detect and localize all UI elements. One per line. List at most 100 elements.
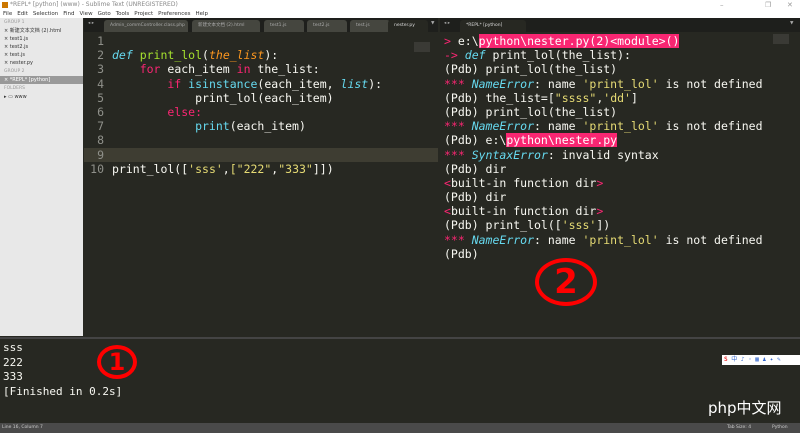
code-token: ( — [202, 48, 209, 63]
editor-left[interactable]: ◂ ▸ Admin_commController.class.php 新建文本文… — [84, 18, 438, 336]
open-file[interactable]: × test2.js — [0, 43, 83, 51]
code-area[interactable]: 1 2 def print_lol(the_list): 3 for each_i… — [84, 34, 438, 176]
repl-line: (Pdb) dir — [444, 161, 507, 176]
open-file[interactable]: × 新建文本文档 (2).html — [0, 27, 83, 35]
code-token: : invalid syntax — [547, 147, 659, 162]
line-number: 3 — [97, 62, 104, 77]
code-token: each_item — [160, 62, 237, 77]
annotation-2: 2 — [535, 258, 597, 306]
editor-right-repl[interactable]: ◂ ▸ *REPL* [python] ▼ > e:\python\nester… — [440, 18, 800, 336]
menu-view[interactable]: View — [80, 11, 93, 17]
open-file[interactable]: × test.js — [0, 51, 83, 59]
code-token: , — [222, 161, 230, 176]
code-token: NameError — [471, 119, 535, 134]
tab-dropdown-icon[interactable]: ▼ — [790, 21, 793, 26]
code-token: print — [112, 119, 230, 134]
code-token: "333" — [278, 161, 313, 176]
line-number: 1 — [97, 34, 104, 48]
code-token: in — [236, 62, 251, 77]
code-token: built-in function dir — [450, 204, 597, 219]
code-token: 'sss' — [188, 161, 223, 176]
tab-nav-arrows-icon[interactable]: ◂ ▸ — [444, 21, 450, 26]
tab[interactable]: 新建文本文档 (2).html — [192, 20, 260, 32]
tab[interactable]: test.js — [350, 20, 390, 32]
code-token: ): — [264, 48, 279, 63]
title-bar: *REPL* [python] (www) - Sublime Text (UN… — [0, 0, 800, 10]
tab-active[interactable]: *REPL* [python] — [460, 20, 526, 32]
open-file[interactable]: × test1.js — [0, 35, 83, 43]
group1-label: GROUP 1 — [4, 20, 25, 25]
code-token: : name — [534, 119, 583, 134]
folder-www[interactable]: ▸ ▭ www — [0, 93, 83, 101]
code-token: the_list: — [250, 62, 320, 77]
repl-line: (Pdb) print_lol(the_list) — [444, 62, 618, 77]
code-token: (Pdb) e:\ — [444, 133, 507, 148]
cursor-position: Line 16, Column 7 — [2, 425, 43, 430]
code-token: is not defined — [658, 76, 763, 91]
open-file-repl[interactable]: × *REPL* [python] — [0, 76, 83, 84]
line-number: 9 — [97, 147, 104, 162]
code-token: *** — [444, 76, 472, 91]
code-token: for — [112, 62, 161, 77]
minimize-icon[interactable]: – — [720, 0, 724, 10]
menu-preferences[interactable]: Preferences — [158, 11, 190, 17]
code-token: ] — [630, 90, 638, 105]
code-token: isinstance — [181, 76, 258, 91]
tab[interactable]: test2.js — [307, 20, 347, 32]
line-number: 5 — [97, 90, 104, 105]
code-token: *** — [444, 147, 472, 162]
code-token: print_lol — [132, 48, 203, 63]
code-token: (each_item) — [229, 119, 306, 134]
menu-find[interactable]: Find — [63, 11, 74, 17]
open-file[interactable]: × nester.py — [0, 59, 83, 67]
file-label: *REPL* [python] — [9, 77, 51, 83]
code-token: SyntaxError — [471, 147, 548, 162]
code-token: list — [340, 76, 369, 91]
tab-active[interactable]: nester.py — [388, 20, 428, 32]
maximize-icon[interactable]: ❐ — [765, 0, 771, 10]
code-token: > — [596, 204, 604, 219]
code-token: "ssss" — [554, 90, 597, 105]
repl-output[interactable]: > e:\python\nester.py(2)<module>() -> de… — [444, 34, 784, 261]
menu-file[interactable]: File — [3, 11, 12, 17]
code-token: 'sss' — [561, 218, 597, 233]
line-number: 7 — [97, 119, 104, 134]
code-token: is not defined — [658, 232, 763, 247]
output-line: [Finished in 0.2s] — [3, 384, 123, 398]
line-number: 8 — [97, 133, 104, 148]
code-token: -> — [444, 48, 465, 63]
menu-help[interactable]: Help — [195, 11, 208, 17]
tab[interactable]: Admin_commController.class.php — [104, 20, 188, 32]
code-token: < — [444, 204, 451, 219]
annotation-1: 1 — [97, 345, 137, 379]
code-token: *** — [444, 119, 472, 134]
code-token: (Pdb) the_list=[ — [444, 90, 555, 105]
tab-size[interactable]: Tab Size: 4 — [727, 423, 751, 433]
sogou-icon: S — [724, 356, 728, 363]
tab-nav-arrows-icon[interactable]: ◂ ▸ — [88, 21, 94, 26]
ime-toolbar[interactable]: S 中 ♪ ◦ ▦ ♟ ✦ ✎ — [722, 355, 800, 365]
syntax-selector[interactable]: Python — [772, 423, 788, 433]
tab[interactable]: test1.js — [264, 20, 304, 32]
line-number: 2 — [97, 48, 104, 63]
tab-dropdown-icon[interactable]: ▼ — [431, 21, 434, 26]
menu-project[interactable]: Project — [134, 11, 153, 17]
tab-bar: ◂ ▸ Admin_commController.class.php 新建文本文… — [84, 18, 438, 32]
output-panel[interactable]: sss 222 333 [Finished in 0.2s] 1 S 中 ♪ ◦… — [0, 337, 800, 423]
close-icon[interactable]: ✕ — [787, 0, 793, 10]
group2-label: GROUP 2 — [4, 69, 25, 74]
code-token: ["222" — [229, 161, 272, 176]
code-token: print_lol([ — [112, 161, 189, 176]
code-token: (Pdb) print_lol([ — [444, 218, 562, 233]
code-token: print_lol(the_list): — [485, 48, 631, 63]
code-token: : name — [534, 232, 583, 247]
line-number: 6 — [97, 104, 104, 119]
code-token: python\nester.py(2)<module>() — [478, 34, 680, 48]
menu-selection[interactable]: Selection — [33, 11, 58, 17]
menu-tools[interactable]: Tools — [116, 11, 130, 17]
menu-goto[interactable]: Goto — [98, 11, 111, 17]
repl-line: (Pdb) print_lol(the_list) — [444, 104, 618, 119]
menu-edit[interactable]: Edit — [17, 11, 28, 17]
folder-icon: ▭ — [8, 94, 13, 100]
repl-line: (Pdb) — [444, 246, 479, 261]
